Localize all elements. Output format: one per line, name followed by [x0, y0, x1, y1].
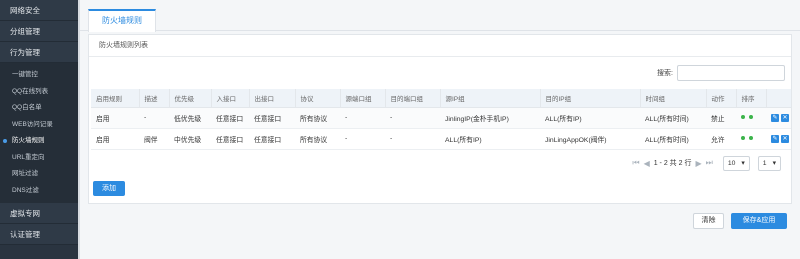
cell-ops: ✎ ✕: [766, 107, 791, 129]
cell-dst-ip-group: ALL(所有IP): [540, 107, 640, 129]
next-page-icon[interactable]: ▶: [695, 159, 701, 168]
cell-enabled: 启用: [91, 128, 139, 150]
cell-enabled: 启用: [91, 107, 139, 129]
sidebar-item-url-redirect[interactable]: URL重定向: [0, 150, 78, 167]
sidebar-submenu: 一键管控 QQ在线列表 QQ白名单 WEB访问记录 防火墙规则 URL重定向 网…: [0, 63, 78, 203]
sidebar-group-behavior-management[interactable]: 行为管理: [0, 42, 78, 63]
move-down-icon[interactable]: [749, 115, 753, 119]
cell-action: 允许: [706, 128, 736, 150]
col-header-ops: [766, 89, 792, 108]
col-header-protocol[interactable]: 协议: [295, 89, 341, 108]
move-down-icon[interactable]: [749, 136, 753, 140]
cell-desc: -: [139, 107, 169, 129]
last-page-icon[interactable]: ⏭: [706, 158, 713, 168]
cell-priority: 低优先级: [169, 107, 211, 129]
cell-dst-ip-group: JinLingAppOK(阀伴): [540, 128, 640, 150]
sidebar-item-one-click-control[interactable]: 一键管控: [0, 67, 78, 84]
clear-button[interactable]: 清除: [693, 213, 724, 229]
cell-priority: 中优先级: [169, 128, 211, 150]
rules-table: 启用规则 描述 优先级 入接口 出接口 协议 源端口组 目的端口组 源IP组 目…: [91, 89, 792, 150]
pager-summary: 1 - 2 共 2 行: [653, 160, 692, 167]
col-header-out-interface[interactable]: 出接口: [249, 89, 296, 108]
col-header-action[interactable]: 动作: [706, 89, 737, 108]
cell-protocol: 所有协议: [295, 128, 340, 150]
search-label: 搜索:: [657, 70, 673, 77]
edit-icon[interactable]: ✎: [771, 134, 779, 143]
edit-icon[interactable]: ✎: [771, 113, 779, 122]
table-row: 启用 阀伴 中优先级 任意接口 任意接口 所有协议 - - ALL(所有IP) …: [91, 128, 791, 150]
col-header-order[interactable]: 排序: [736, 89, 767, 108]
page-number-select[interactable]: 1 ▾: [757, 155, 781, 171]
cell-protocol: 所有协议: [295, 107, 340, 129]
tab-bar: 防火墙规则: [80, 0, 800, 32]
pagination: ⏮ ◀ 1 - 2 共 2 行 ▶ ⏭ 10 ▾ 1 ▾: [632, 155, 781, 171]
cell-dst-port-group: -: [385, 107, 440, 129]
cell-dst-port-group: -: [385, 128, 440, 150]
sidebar-group-group-management[interactable]: 分组管理: [0, 21, 78, 42]
cell-src-port-group: -: [340, 107, 385, 129]
col-header-dst-ip-group[interactable]: 目的IP组: [540, 89, 641, 108]
tab-firewall-rules[interactable]: 防火墙规则: [88, 9, 156, 32]
sidebar-group-vpn[interactable]: 虚拟专网: [0, 203, 78, 224]
panel-title: 防火墙规则列表: [89, 35, 791, 57]
cell-src-ip-group: JinlingIP(金朴手机IP): [440, 107, 540, 129]
col-header-time-group[interactable]: 时间组: [640, 89, 707, 108]
sidebar-group-auth-management[interactable]: 认证管理: [0, 224, 78, 245]
save-apply-button[interactable]: 保存&应用: [731, 213, 787, 229]
cell-order: [736, 107, 766, 129]
search-input[interactable]: [677, 65, 785, 81]
cell-time-group: ALL(所有时间): [640, 128, 706, 150]
col-header-desc[interactable]: 描述: [139, 89, 170, 108]
sidebar-item-url-filter[interactable]: 网址过滤: [0, 166, 78, 183]
cell-desc: 阀伴: [139, 128, 169, 150]
chevron-down-icon: ▾: [772, 159, 776, 167]
cell-order: [736, 128, 766, 150]
table-row: 启用 - 低优先级 任意接口 任意接口 所有协议 - - JinlingIP(金…: [91, 107, 791, 129]
delete-icon[interactable]: ✕: [781, 113, 789, 122]
sidebar-item-qq-whitelist[interactable]: QQ白名单: [0, 100, 78, 117]
cell-out-interface: 任意接口: [249, 107, 295, 129]
page-size-select[interactable]: 10 ▾: [722, 155, 750, 171]
cell-ops: ✎ ✕: [766, 128, 791, 150]
sidebar-item-firewall-rules[interactable]: 防火墙规则: [0, 133, 78, 150]
search-row: 搜索:: [657, 65, 785, 81]
cell-in-interface: 任意接口: [211, 107, 249, 129]
main-content: 防火墙规则 防火墙规则列表 搜索: 启用规则 描述 优先级 入接口 出接口 协议…: [80, 0, 800, 259]
col-header-src-port-group[interactable]: 源端口组: [340, 89, 386, 108]
move-up-icon[interactable]: [741, 115, 745, 119]
cell-in-interface: 任意接口: [211, 128, 249, 150]
page-number-value: 1: [762, 159, 767, 167]
sidebar-item-dns-filter[interactable]: DNS过滤: [0, 183, 78, 200]
table-header-row: 启用规则 描述 优先级 入接口 出接口 协议 源端口组 目的端口组 源IP组 目…: [91, 89, 792, 108]
cell-src-ip-group: ALL(所有IP): [440, 128, 540, 150]
move-up-icon[interactable]: [741, 136, 745, 140]
page-size-value: 10: [727, 159, 736, 167]
sidebar-item-qq-online-list[interactable]: QQ在线列表: [0, 84, 78, 101]
add-button[interactable]: 添加: [93, 181, 125, 196]
col-header-src-ip-group[interactable]: 源IP组: [440, 89, 541, 108]
sidebar: 网络安全 分组管理 行为管理 一键管控 QQ在线列表 QQ白名单 WEB访问记录…: [0, 0, 78, 259]
cell-src-port-group: -: [340, 128, 385, 150]
col-header-enabled[interactable]: 启用规则: [91, 89, 140, 108]
cell-out-interface: 任意接口: [249, 128, 295, 150]
rules-panel: 防火墙规则列表 搜索: 启用规则 描述 优先级 入接口 出接口 协议 源端口组 …: [88, 34, 792, 204]
cell-time-group: ALL(所有时间): [640, 107, 706, 129]
col-header-in-interface[interactable]: 入接口: [211, 89, 250, 108]
first-page-icon[interactable]: ⏮: [632, 158, 639, 168]
prev-page-icon[interactable]: ◀: [644, 159, 650, 168]
cell-action: 禁止: [706, 107, 736, 129]
chevron-down-icon: ▾: [741, 159, 745, 167]
delete-icon[interactable]: ✕: [781, 134, 789, 143]
sidebar-item-web-access-log[interactable]: WEB访问记录: [0, 117, 78, 134]
col-header-dst-port-group[interactable]: 目的端口组: [385, 89, 441, 108]
col-header-priority[interactable]: 优先级: [169, 89, 212, 108]
sidebar-group-network-security[interactable]: 网络安全: [0, 0, 78, 21]
